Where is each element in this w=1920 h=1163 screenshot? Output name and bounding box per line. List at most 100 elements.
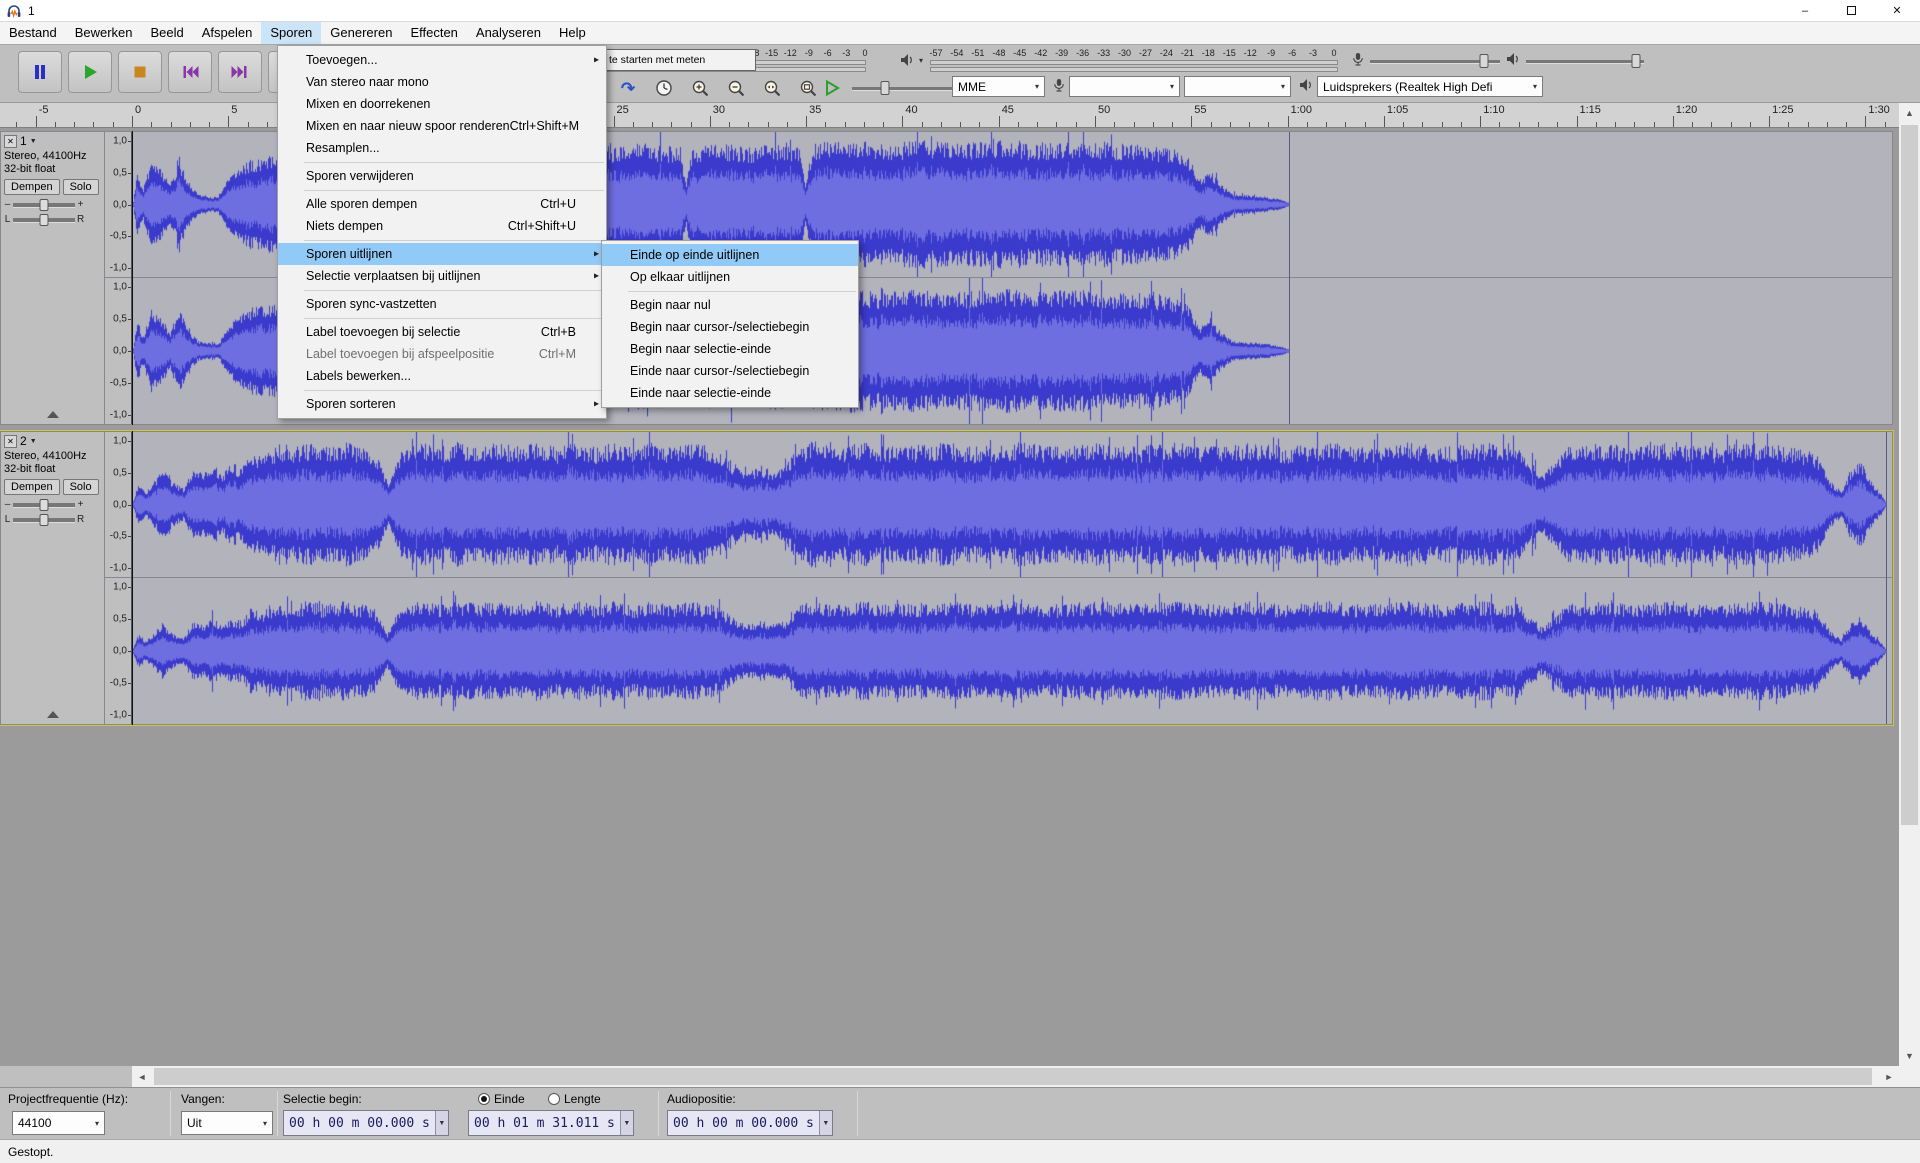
ruler-label: -5 <box>39 104 49 116</box>
scroll-down-arrow[interactable]: ▼ <box>1899 1046 1920 1066</box>
maximize-button[interactable] <box>1828 0 1874 22</box>
menubar-item-analyseren[interactable]: Analyseren <box>467 22 550 44</box>
waveform-right-channel[interactable] <box>133 578 1886 724</box>
edit-cursor <box>132 131 133 425</box>
solo-button[interactable]: Solo <box>63 179 99 195</box>
menu-item-einde-naar-cursor-selectiebegin[interactable]: Einde naar cursor-/selectiebegin <box>602 360 858 382</box>
scroll-right-arrow[interactable]: ► <box>1879 1066 1899 1087</box>
menu-item-toevoegen[interactable]: Toevoegen...▸ <box>278 49 606 71</box>
menu-item-alle-sporen-dempen[interactable]: Alle sporen dempenCtrl+U <box>278 193 606 215</box>
skip-to-start-button[interactable] <box>168 51 212 93</box>
selection-start-field[interactable]: 00 h 00 m 00.000 s▼ <box>283 1110 449 1136</box>
pause-button[interactable] <box>18 51 62 93</box>
sync-lock-button[interactable] <box>650 76 678 100</box>
vertical-scroll-thumb[interactable] <box>1901 125 1918 825</box>
menubar-item-sporen[interactable]: Sporen <box>261 22 321 44</box>
vertical-scrollbar[interactable]: ▲ ▼ <box>1899 103 1920 1066</box>
close-button[interactable]: ✕ <box>1874 0 1920 22</box>
play-at-speed-button[interactable] <box>818 76 846 100</box>
menu-item-van-stereo-naar-mono[interactable]: Van stereo naar mono <box>278 71 606 93</box>
play-button[interactable] <box>68 51 112 93</box>
waveform-left-channel[interactable] <box>133 432 1886 577</box>
pan-slider[interactable]: L R <box>4 214 101 225</box>
vertical-scale-ruler[interactable]: 1,00,50,0-0,5-1,0 1,00,50,0-0,5-1,0 <box>105 132 132 424</box>
menu-item-label-toevoegen-bij-selectie[interactable]: Label toevoegen bij selectieCtrl+B <box>278 321 606 343</box>
amplitude-label: -0,5 <box>110 231 127 242</box>
scroll-left-arrow[interactable]: ◄ <box>132 1066 152 1087</box>
menu-item-begin-naar-nul[interactable]: Begin naar nul <box>602 294 858 316</box>
snap-dropdown[interactable]: Uit▾ <box>181 1111 273 1135</box>
menu-item-einde-naar-selectie-einde[interactable]: Einde naar selectie-einde <box>602 382 858 404</box>
playback-volume-slider[interactable] <box>1526 53 1644 69</box>
recording-channels-dropdown[interactable]: ▾ <box>1184 76 1291 97</box>
pan-slider[interactable]: L R <box>4 514 101 525</box>
recording-device-dropdown[interactable]: ▾ <box>1069 76 1180 97</box>
waveform-area[interactable] <box>132 432 1892 724</box>
menu-item-labels-bewerken[interactable]: Labels bewerken... <box>278 365 606 387</box>
scroll-up-arrow[interactable]: ▲ <box>1899 103 1920 123</box>
horizontal-scroll-thumb[interactable] <box>154 1068 1872 1085</box>
redo-button[interactable]: ↷ <box>614 76 642 100</box>
close-track-button[interactable]: ✕ <box>4 135 17 148</box>
project-rate-dropdown[interactable]: 44100▾ <box>12 1111 105 1135</box>
zoom-selection-button[interactable] <box>758 76 786 100</box>
zoom-out-button[interactable] <box>722 76 750 100</box>
menu-item-sporen-sync-vastzetten[interactable]: Sporen sync-vastzetten <box>278 293 606 315</box>
horizontal-scrollbar[interactable]: ◄ ► <box>132 1066 1899 1087</box>
selection-end-value: 00 h 01 m 31.011 s <box>469 1111 620 1135</box>
track-menu-arrow-icon[interactable]: ▼ <box>30 138 37 145</box>
ruler-tick <box>614 116 615 127</box>
menu-item-mixen-en-naar-nieuw-spoor-renderen[interactable]: Mixen en naar nieuw spoor renderenCtrl+S… <box>278 115 606 137</box>
ruler-label: 30 <box>713 104 725 116</box>
menu-item-begin-naar-selectie-einde[interactable]: Begin naar selectie-einde <box>602 338 858 360</box>
skip-to-start-icon <box>180 62 200 82</box>
selection-length-radio[interactable]: Lengte <box>548 1092 601 1106</box>
mute-button[interactable]: Dempen <box>4 479 60 495</box>
amplitude-label: -0,5 <box>110 678 127 689</box>
audio-host-dropdown[interactable]: MME▾ <box>952 76 1045 97</box>
selection-end-field[interactable]: 00 h 01 m 31.011 s▼ <box>468 1110 634 1136</box>
playback-device-dropdown[interactable]: Luidsprekers (Realtek High Defi▾ <box>1317 76 1543 97</box>
gain-slider[interactable]: – + <box>4 499 101 510</box>
menubar-item-beeld[interactable]: Beeld <box>142 22 193 44</box>
menu-item-selectie-verplaatsen-bij-uitlijnen[interactable]: Selectie verplaatsen bij uitlijnen▸ <box>278 265 606 287</box>
menu-item-einde-op-einde-uitlijnen[interactable]: Einde op einde uitlijnen <box>602 244 858 266</box>
solo-button[interactable]: Solo <box>63 479 99 495</box>
collapse-track-button[interactable] <box>9 707 96 721</box>
playback-speed-slider[interactable] <box>852 80 952 96</box>
menu-item-mixen-en-doorrekenen[interactable]: Mixen en doorrekenen <box>278 93 606 115</box>
menubar-item-help[interactable]: Help <box>550 22 595 44</box>
menubar-item-afspelen[interactable]: Afspelen <box>193 22 262 44</box>
menubar-item-genereren[interactable]: Genereren <box>321 22 401 44</box>
menu-item-label-toevoegen-bij-afspeelpositie[interactable]: Label toevoegen bij afspeelpositieCtrl+M <box>278 343 606 365</box>
ruler-label: 1:30 <box>1868 104 1889 116</box>
ruler-tick <box>1769 116 1770 127</box>
audio-position-field[interactable]: 00 h 00 m 00.000 s▼ <box>667 1110 833 1136</box>
gain-slider[interactable]: – + <box>4 199 101 210</box>
collapse-track-button[interactable] <box>9 407 96 421</box>
close-track-button[interactable]: ✕ <box>4 435 17 448</box>
skip-to-end-button[interactable] <box>218 51 262 93</box>
menu-item-begin-naar-cursor-selectiebegin[interactable]: Begin naar cursor-/selectiebegin <box>602 316 858 338</box>
mute-button[interactable]: Dempen <box>4 179 60 195</box>
amplitude-tick <box>128 415 131 416</box>
menu-item-resamplen[interactable]: Resamplen... <box>278 137 606 159</box>
menubar-item-bewerken[interactable]: Bewerken <box>66 22 142 44</box>
ruler-tick <box>209 122 210 127</box>
vertical-scale-ruler[interactable]: 1,00,50,0-0,5-1,0 1,00,50,0-0,5-1,0 <box>105 432 132 724</box>
track-menu-arrow-icon[interactable]: ▼ <box>30 438 37 445</box>
menubar-item-effecten[interactable]: Effecten <box>401 22 466 44</box>
menu-item-sporen-sorteren[interactable]: Sporen sorteren▸ <box>278 393 606 415</box>
menu-item-shortcut: Ctrl+B <box>541 325 576 339</box>
minimize-button[interactable]: – <box>1782 0 1828 22</box>
menu-item-niets-dempen[interactable]: Niets dempenCtrl+Shift+U <box>278 215 606 237</box>
selection-end-radio[interactable]: Einde <box>478 1092 525 1106</box>
recording-volume-slider[interactable] <box>1370 53 1500 69</box>
menu-item-sporen-uitlijnen[interactable]: Sporen uitlijnen▸ <box>278 243 606 265</box>
stop-button[interactable] <box>118 51 162 93</box>
menu-item-sporen-verwijderen[interactable]: Sporen verwijderen <box>278 165 606 187</box>
menu-item-op-elkaar-uitlijnen[interactable]: Op elkaar uitlijnen <box>602 266 858 288</box>
menubar-item-bestand[interactable]: Bestand <box>0 22 66 44</box>
zoom-in-button[interactable] <box>686 76 714 100</box>
playback-meter-toolbar[interactable]: ▾ -57-54-51-48-45-42-39-36-33-30-27-24-2… <box>898 47 1342 74</box>
